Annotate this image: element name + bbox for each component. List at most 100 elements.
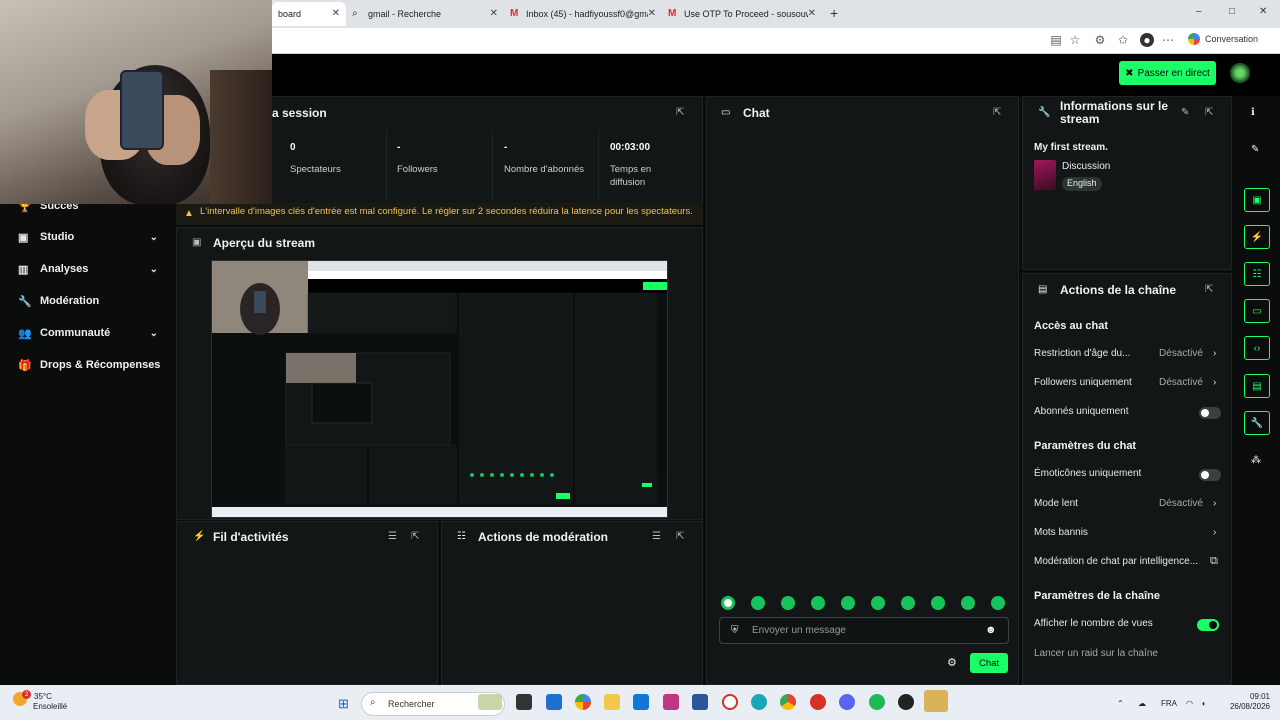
task-view-icon[interactable] [516,694,532,710]
close-icon[interactable]: ✕ [332,8,340,19]
filter-icon[interactable]: ☰ [652,531,661,542]
shield-icon[interactable]: ⛨ [731,625,739,636]
emote-icon[interactable] [901,596,915,610]
chat-send-button[interactable]: Chat [970,653,1008,673]
store-icon[interactable] [692,694,708,710]
emote-icon[interactable] [811,596,825,610]
window-close-button[interactable]: ✕ [1259,6,1267,17]
emote-icon[interactable] [961,596,975,610]
external-link-icon[interactable]: ⧉ [1210,555,1218,568]
go-live-button[interactable]: ✖ Passer en direct [1119,61,1216,85]
cloud-icon[interactable]: ☁ [1138,699,1146,708]
emote-icon[interactable] [781,596,795,610]
maximize-button[interactable]: □ [1229,6,1235,17]
edit-icon[interactable]: ✎ [1181,107,1189,118]
sidebar-item-communaute[interactable]: 👥 Communauté ⌄ [18,323,168,343]
language-indicator[interactable]: FRA [1161,699,1177,708]
followers-only-value[interactable]: Désactivé [1159,377,1203,388]
emoji-icon[interactable]: ☻ [985,624,997,636]
sidebar-item-analyses[interactable]: ▥ Analyses ⌄ [18,259,168,279]
wifi-icon[interactable]: ◠ [1186,699,1193,708]
popout-icon[interactable]: ⇱ [676,531,684,542]
sidebar-item-studio[interactable]: ▣ Studio ⌄ [18,227,168,247]
conversation-button[interactable]: Conversation [1188,33,1258,45]
ai-moderation-label[interactable]: Modération de chat par intelligence... [1034,556,1198,567]
edge-icon[interactable] [751,694,767,710]
info-icon[interactable]: ℹ [1251,107,1255,118]
close-icon[interactable]: ✕ [808,8,816,19]
spotify-icon[interactable] [869,694,885,710]
chrome-icon[interactable] [780,694,796,710]
emote-icon[interactable] [991,596,1005,610]
age-restriction-value[interactable]: Désactivé [1159,348,1203,359]
show-viewcount-toggle[interactable] [1197,619,1219,631]
popout-icon[interactable]: ⇱ [1205,284,1213,295]
edit-icon[interactable]: ✎ [1251,144,1259,155]
tab-gmail-search[interactable]: ⌕ gmail - Recherche ✕ [346,2,504,26]
close-icon[interactable]: ✕ [648,8,656,19]
popout-icon[interactable]: ⇱ [993,107,1001,118]
slow-mode-value[interactable]: Désactivé [1159,498,1203,509]
sidebar-item-moderation[interactable]: 🔧 Modération [18,291,168,311]
chevron-right-icon[interactable]: › [1213,377,1216,388]
banned-words-label[interactable]: Mots bannis [1034,527,1088,538]
emote-icon[interactable] [871,596,885,610]
user-avatar[interactable] [1230,63,1250,83]
rail-preview-button[interactable]: ▣ [1244,188,1270,212]
discord-icon[interactable] [839,694,855,710]
popout-icon[interactable]: ⇱ [1205,107,1213,118]
app-icon[interactable] [898,694,914,710]
sidebar-item-drops[interactable]: 🎁 Drops & Récompenses [18,355,174,375]
stream-preview-video[interactable] [211,260,668,518]
slow-mode-label[interactable]: Mode lent [1034,498,1078,509]
outlook-icon[interactable] [633,694,649,710]
tab-otp[interactable]: M Use OTP To Proceed - sousouwiss ✕ [662,2,822,26]
chevron-right-icon[interactable]: › [1213,527,1216,538]
volume-icon[interactable]: ◖ [1201,699,1206,708]
popout-icon[interactable]: ⇱ [411,531,419,542]
close-icon[interactable]: ✕ [490,8,498,19]
more-menu-icon[interactable]: ⋯ [1161,33,1175,47]
rail-wrench-button[interactable]: 🔧 [1244,411,1270,435]
instagram-icon[interactable] [663,694,679,710]
minimize-button[interactable]: – [1196,6,1202,17]
desktop-icon[interactable] [546,694,562,710]
copilot-icon[interactable] [575,694,591,710]
followers-only-label[interactable]: Followers uniquement [1034,377,1132,388]
emote-icon[interactable] [721,596,735,610]
tab-inbox[interactable]: M Inbox (45) - hadfiyoussf0@gmail.c ✕ [504,2,662,26]
apps-icon[interactable]: ⁂ [1251,455,1261,466]
taskbar-clock[interactable]: 09:01 26/08/2026 [1224,692,1270,712]
gear-icon[interactable]: ⚙ [947,656,957,669]
subs-only-toggle[interactable] [1199,407,1221,419]
rail-code-button[interactable]: ‹› [1244,336,1270,360]
extension-icon[interactable]: ⚙ [1093,33,1107,47]
windows-start-icon[interactable]: ⊞ [338,696,349,712]
favorites-icon[interactable]: ✩ [1116,33,1130,47]
opera-icon[interactable] [810,694,826,710]
bookmark-star-icon[interactable]: ☆ [1068,33,1082,47]
reader-icon[interactable]: ▤ [1049,33,1063,47]
emotes-only-toggle[interactable] [1199,469,1221,481]
emote-icon[interactable] [751,596,765,610]
active-app-icon[interactable] [924,690,948,712]
rail-channel-button[interactable]: ▤ [1244,374,1270,398]
rail-activity-button[interactable]: ⚡ [1244,225,1270,249]
profile-avatar[interactable]: ● [1140,33,1154,47]
emote-icon[interactable] [841,596,855,610]
chat-message-input[interactable]: Envoyer un message [719,617,1009,644]
emote-icon[interactable] [931,596,945,610]
weather-widget[interactable]: 35°C Ensoleillé [20,692,67,712]
rail-mod-actions-button[interactable]: ☷ [1244,262,1270,286]
rail-chat-button[interactable]: ▭ [1244,299,1270,323]
file-explorer-icon[interactable] [604,694,620,710]
filter-icon[interactable]: ☰ [388,531,397,542]
tab-dashboard[interactable]: board ✕ [272,2,346,26]
raid-label[interactable]: Lancer un raid sur la chaîne [1034,648,1158,659]
age-restriction-label[interactable]: Restriction d'âge du... [1034,348,1130,359]
opera-gx-icon[interactable] [722,694,738,710]
chevron-up-icon[interactable]: ⌃ [1117,699,1124,708]
popout-icon[interactable]: ⇱ [676,107,684,118]
chevron-right-icon[interactable]: › [1213,348,1216,359]
chevron-right-icon[interactable]: › [1213,498,1216,509]
